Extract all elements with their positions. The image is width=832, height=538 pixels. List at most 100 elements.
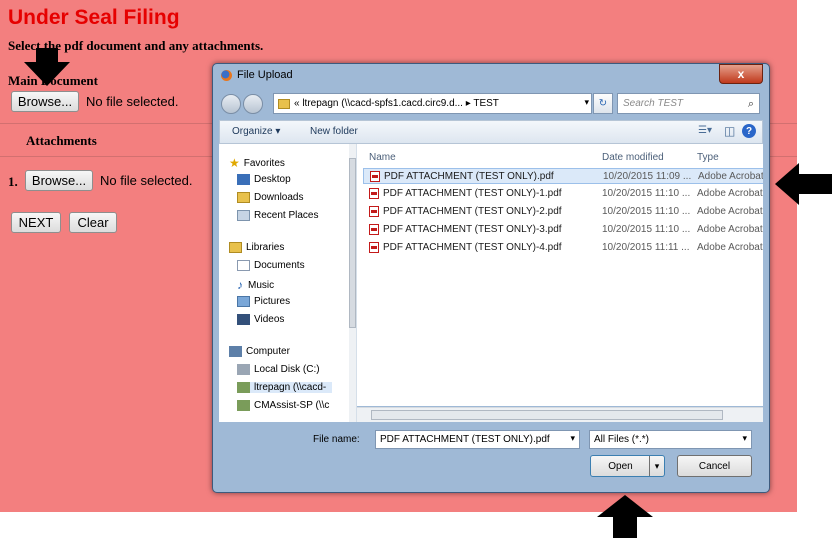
file-row[interactable]: PDF ATTACHMENT (TEST ONLY)-3.pdf 10/20/20… — [363, 222, 763, 238]
nav-label: ltrepagn (\\cacd- — [254, 382, 327, 393]
nav-documents[interactable]: Documents — [237, 260, 305, 271]
file-row[interactable]: PDF ATTACHMENT (TEST ONLY)-1.pdf 10/20/20… — [363, 186, 763, 202]
file-type-cell: Adobe Acrobat D — [698, 171, 763, 182]
file-name-cell: PDF ATTACHMENT (TEST ONLY)-4.pdf — [383, 242, 562, 253]
main-document-browse-button[interactable]: Browse... — [11, 91, 79, 112]
file-name-cell: PDF ATTACHMENT (TEST ONLY)-2.pdf — [383, 206, 562, 217]
nav-label: CMAssist-SP (\\c — [254, 400, 330, 411]
arrow-left-icon — [775, 163, 832, 205]
nav-downloads[interactable]: Downloads — [237, 192, 303, 203]
open-button[interactable]: Open ▾ — [590, 455, 665, 477]
column-date-modified[interactable]: Date modified — [602, 152, 664, 163]
nav-label: Libraries — [246, 242, 285, 253]
file-upload-dialog: File Upload x « ltrepagn (\\cacd-spfs1.c… — [212, 63, 770, 493]
refresh-button[interactable]: ↻ — [593, 93, 613, 114]
file-row[interactable]: PDF ATTACHMENT (TEST ONLY)-4.pdf 10/20/20… — [363, 240, 763, 256]
attachments-label: Attachments — [26, 133, 97, 148]
pictures-icon — [237, 296, 250, 307]
file-type-cell: Adobe Acrobat D — [697, 242, 763, 253]
help-icon[interactable]: ? — [742, 124, 756, 138]
file-type-cell: Adobe Acrobat D — [697, 224, 763, 235]
column-type[interactable]: Type — [697, 152, 719, 163]
open-label: Open — [608, 460, 633, 472]
horizontal-scrollbar-thumb[interactable] — [371, 410, 723, 420]
next-button[interactable]: NEXT — [11, 212, 61, 233]
search-placeholder: Search TEST — [623, 98, 684, 109]
page-title: Under Seal Filing — [8, 6, 180, 29]
attachment-browse-button[interactable]: Browse... — [25, 170, 93, 191]
preview-pane-icon[interactable]: ◫ — [724, 124, 735, 138]
nav-label: Favorites — [243, 157, 285, 169]
new-folder-button[interactable]: New folder — [310, 126, 358, 137]
nav-cmassist-drive[interactable]: CMAssist-SP (\\c — [237, 400, 329, 411]
computer-icon — [229, 346, 242, 357]
nav-label: Music — [248, 279, 275, 291]
nav-label: Recent Places — [254, 210, 319, 221]
pdf-file-icon — [369, 242, 379, 253]
nav-label: Pictures — [254, 296, 291, 307]
chevron-down-icon[interactable]: ▾ — [584, 98, 589, 108]
nav-libraries[interactable]: Libraries — [229, 242, 284, 253]
nav-label: Local Disk (C:) — [254, 364, 320, 375]
file-row[interactable]: PDF ATTACHMENT (TEST ONLY).pdf 10/20/2015… — [363, 168, 763, 184]
nav-pictures[interactable]: Pictures — [237, 296, 290, 307]
forward-button[interactable] — [243, 94, 263, 114]
star-icon: ★ — [229, 156, 240, 170]
nav-label: Documents — [254, 260, 305, 271]
pdf-file-icon — [369, 224, 379, 235]
back-button[interactable] — [221, 94, 241, 114]
nav-label: Videos — [254, 314, 285, 325]
downloads-icon — [237, 192, 250, 203]
attachment-file-status: No file selected. — [100, 173, 193, 188]
horizontal-scrollbar[interactable] — [357, 407, 763, 422]
address-bar[interactable]: « ltrepagn (\\cacd-spfs1.cacd.circ9.d...… — [273, 93, 592, 114]
nav-label: Downloads — [254, 192, 304, 203]
file-date-cell: 10/20/2015 11:11 ... — [602, 242, 690, 253]
clear-button[interactable]: Clear — [69, 212, 117, 233]
column-name[interactable]: Name — [369, 152, 396, 163]
close-button[interactable]: x — [719, 64, 763, 84]
file-type-value: All Files (*.*) — [594, 434, 650, 445]
file-list: Name Date modified Type PDF ATTACHMENT (… — [357, 144, 763, 406]
nav-scrollbar-thumb[interactable] — [349, 158, 356, 328]
file-type-cell: Adobe Acrobat D — [697, 188, 763, 199]
nav-recent-places[interactable]: Recent Places — [237, 210, 318, 221]
nav-computer[interactable]: Computer — [229, 346, 290, 357]
nav-videos[interactable]: Videos — [237, 314, 284, 325]
nav-desktop[interactable]: Desktop — [237, 174, 291, 185]
folder-icon — [278, 98, 290, 109]
nav-network-drive[interactable]: ltrepagn (\\cacd- — [237, 382, 333, 393]
address-path: « ltrepagn (\\cacd-spfs1.cacd.circ9.d...… — [294, 98, 499, 109]
arrow-down-icon — [24, 48, 70, 86]
chevron-down-icon[interactable]: ▾ — [570, 434, 575, 444]
views-icon[interactable]: ☰▾ — [698, 125, 712, 136]
chevron-down-icon[interactable]: ▾ — [742, 434, 747, 444]
file-date-cell: 10/20/2015 11:10 ... — [602, 188, 691, 199]
navigation-pane: ★ Favorites Desktop Downloads Recent Pla… — [219, 144, 357, 422]
nav-music[interactable]: ♪ Music — [237, 278, 274, 292]
file-type-select[interactable]: All Files (*.*) ▾ — [589, 430, 752, 449]
file-row[interactable]: PDF ATTACHMENT (TEST ONLY)-2.pdf 10/20/20… — [363, 204, 763, 220]
file-name-input[interactable]: PDF ATTACHMENT (TEST ONLY).pdf ▾ — [375, 430, 580, 449]
file-date-cell: 10/20/2015 11:10 ... — [602, 206, 691, 217]
nav-scrollbar[interactable] — [349, 144, 356, 422]
search-icon: ⌕ — [747, 97, 754, 110]
file-date-cell: 10/20/2015 11:10 ... — [602, 224, 691, 235]
desktop-icon — [237, 174, 250, 185]
organize-menu[interactable]: Organize ▾ — [232, 126, 280, 137]
chevron-down-icon[interactable]: ▾ — [649, 456, 664, 476]
file-name-value: PDF ATTACHMENT (TEST ONLY).pdf — [380, 434, 550, 445]
search-input[interactable]: Search TEST ⌕ — [617, 93, 760, 114]
dialog-title: File Upload — [221, 69, 293, 81]
pdf-file-icon — [369, 188, 379, 199]
network-drive-icon — [237, 382, 250, 393]
nav-local-disk[interactable]: Local Disk (C:) — [237, 364, 320, 375]
nav-favorites[interactable]: ★ Favorites — [229, 156, 285, 170]
network-drive-icon — [237, 400, 250, 411]
cancel-button[interactable]: Cancel — [677, 455, 752, 477]
file-name-label: File name: — [313, 434, 360, 445]
file-type-cell: Adobe Acrobat D — [697, 206, 763, 217]
main-document-file-status: No file selected. — [86, 94, 179, 109]
pdf-file-icon — [370, 171, 380, 182]
videos-icon — [237, 314, 250, 325]
